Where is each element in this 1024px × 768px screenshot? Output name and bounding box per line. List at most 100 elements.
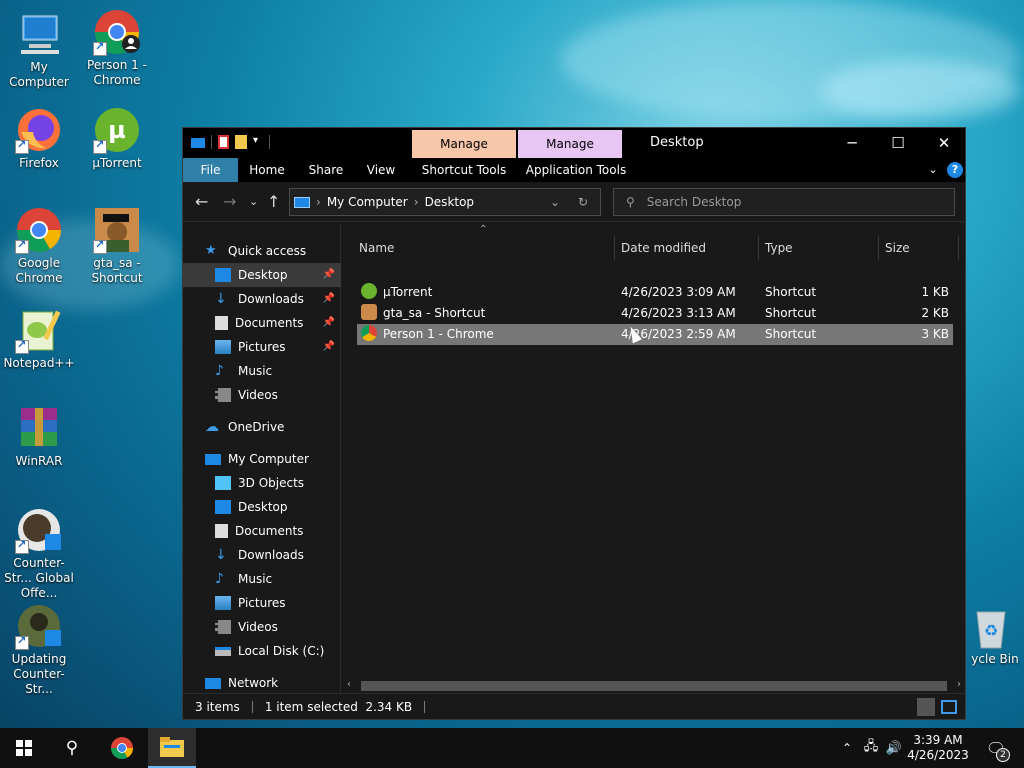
star-icon: ★ bbox=[205, 243, 217, 258]
tab-file[interactable]: File bbox=[183, 158, 238, 182]
tab-view[interactable]: View bbox=[361, 158, 401, 182]
desktop-icon-my-computer[interactable]: My Computer bbox=[0, 10, 78, 90]
documents-icon bbox=[215, 316, 228, 330]
forward-arrow-icon[interactable]: → bbox=[223, 192, 236, 211]
column-header-size[interactable]: Size bbox=[879, 236, 959, 260]
horizontal-scrollbar[interactable]: ‹ › bbox=[343, 678, 965, 694]
large-icons-view-icon[interactable] bbox=[941, 699, 957, 714]
network-tray-icon[interactable]: 🖧 bbox=[860, 728, 882, 768]
sidebar-item-label: Pictures bbox=[238, 340, 286, 354]
new-folder-icon[interactable] bbox=[235, 135, 247, 149]
pin-icon[interactable]: 📌 bbox=[323, 287, 335, 311]
file-type: Shortcut bbox=[765, 327, 817, 341]
sidebar-item-documents-pc[interactable]: Documents bbox=[183, 519, 341, 543]
shortcut-arrow-icon bbox=[93, 40, 107, 56]
sidebar-item-desktop-pc[interactable]: Desktop bbox=[183, 495, 341, 519]
file-row[interactable]: Person 1 - Chrome 4/26/2023 2:59 AM Shor… bbox=[357, 324, 953, 345]
sidebar-item-music[interactable]: ♪ Music bbox=[183, 359, 341, 383]
sidebar-item-local-disk[interactable]: Local Disk (C:) bbox=[183, 639, 341, 663]
sidebar-item-quick-access[interactable]: ★ Quick access bbox=[183, 239, 341, 263]
properties-icon[interactable] bbox=[218, 135, 229, 149]
search-button[interactable]: ⚲ bbox=[48, 728, 96, 768]
taskbar: ⚲ ⌃ 🖧 🔊 3:39 AM 4/26/2023 🗨 2 bbox=[0, 728, 1024, 768]
tab-home[interactable]: Home bbox=[245, 158, 289, 182]
sidebar-item-downloads-pc[interactable]: ↓ Downloads bbox=[183, 543, 341, 567]
desktop-icon-firefox[interactable]: Firefox bbox=[0, 106, 78, 171]
taskbar-file-explorer[interactable] bbox=[148, 728, 196, 768]
expand-ribbon-chevron-icon[interactable]: ⌄ bbox=[925, 158, 941, 182]
search-input[interactable]: ⚲ Search Desktop bbox=[613, 188, 955, 216]
minimize-button[interactable]: ─ bbox=[829, 128, 875, 158]
address-bar[interactable]: › My Computer › Desktop ⌄ ↻ bbox=[289, 188, 601, 216]
help-icon[interactable]: ? bbox=[947, 162, 963, 178]
sort-arrow-icon: ⌃ bbox=[479, 224, 488, 235]
taskbar-chrome[interactable] bbox=[98, 728, 146, 768]
sidebar-item-videos[interactable]: Videos bbox=[183, 383, 341, 407]
context-tab-manage-shortcut[interactable]: Manage bbox=[412, 130, 516, 158]
desktop-icon-label: gta_sa - Shortcut bbox=[91, 256, 143, 285]
address-dropdown-icon[interactable]: ⌄ bbox=[550, 195, 560, 209]
tab-application-tools[interactable]: Application Tools bbox=[518, 158, 634, 182]
scroll-left-icon[interactable]: ‹ bbox=[347, 679, 351, 690]
desktop-icon-winrar[interactable]: WinRAR bbox=[0, 404, 78, 469]
clock[interactable]: 3:39 AM 4/26/2023 bbox=[906, 728, 970, 768]
desktop-icon-gta-sa[interactable]: gta_sa - Shortcut bbox=[78, 206, 156, 286]
start-button[interactable] bbox=[0, 728, 48, 768]
column-header-name[interactable]: Name bbox=[353, 236, 615, 260]
sidebar-item-my-computer[interactable]: My Computer bbox=[183, 447, 341, 471]
sidebar-item-documents[interactable]: Documents 📌 bbox=[183, 311, 341, 335]
action-center-button[interactable]: 🗨 2 bbox=[976, 728, 1016, 768]
download-icon: ↓ bbox=[215, 547, 227, 563]
context-tab-manage-application[interactable]: Manage bbox=[518, 130, 622, 158]
desktop-icon-google-chrome[interactable]: Google Chrome bbox=[0, 206, 78, 286]
music-icon: ♪ bbox=[215, 571, 224, 587]
videos-icon bbox=[215, 620, 231, 634]
sidebar-item-videos-pc[interactable]: Videos bbox=[183, 615, 341, 639]
recent-chevron-icon[interactable]: ⌄ bbox=[249, 195, 258, 208]
maximize-button[interactable]: ☐ bbox=[875, 128, 921, 158]
show-hidden-icons-chevron-icon[interactable]: ⌃ bbox=[838, 728, 856, 768]
pin-icon[interactable]: 📌 bbox=[323, 335, 335, 359]
sidebar-item-pictures[interactable]: Pictures 📌 bbox=[183, 335, 341, 359]
back-arrow-icon[interactable]: ← bbox=[195, 192, 208, 211]
sidebar-item-desktop[interactable]: Desktop 📌 bbox=[183, 263, 341, 287]
file-row[interactable]: gta_sa - Shortcut 4/26/2023 3:13 AM Shor… bbox=[357, 303, 953, 324]
desktop-icon-person1-chrome[interactable]: Person 1 - Chrome bbox=[78, 8, 156, 88]
gta-icon bbox=[361, 304, 377, 320]
tab-shortcut-tools[interactable]: Shortcut Tools bbox=[412, 158, 516, 182]
column-header-date[interactable]: Date modified bbox=[615, 236, 759, 260]
desktop-icon-csgo[interactable]: Counter-Str... Global Offe... bbox=[0, 506, 78, 601]
column-header-type[interactable]: Type bbox=[759, 236, 879, 260]
scrollbar-thumb[interactable] bbox=[361, 681, 947, 691]
sidebar-item-3d-objects[interactable]: 3D Objects bbox=[183, 471, 341, 495]
volume-tray-icon[interactable]: 🔊 bbox=[884, 728, 904, 768]
shortcut-arrow-icon bbox=[15, 338, 29, 354]
file-row[interactable]: µTorrent 4/26/2023 3:09 AM Shortcut 1 KB bbox=[357, 282, 953, 303]
pin-icon[interactable]: 📌 bbox=[323, 263, 335, 287]
details-view-icon[interactable] bbox=[917, 697, 935, 716]
sidebar-item-network[interactable]: Network bbox=[183, 671, 341, 695]
scroll-right-icon[interactable]: › bbox=[957, 679, 961, 690]
search-placeholder: Search Desktop bbox=[646, 195, 742, 209]
desktop-icon-updating-cs[interactable]: Updating Counter-Str... bbox=[0, 602, 78, 697]
close-button[interactable]: ✕ bbox=[921, 128, 967, 158]
breadcrumb-my-computer[interactable]: My Computer bbox=[327, 195, 408, 209]
sidebar-item-onedrive[interactable]: ☁ OneDrive bbox=[183, 415, 341, 439]
desktop-icon-utorrent[interactable]: µ µTorrent bbox=[78, 106, 156, 171]
sidebar-item-downloads[interactable]: ↓ Downloads 📌 bbox=[183, 287, 341, 311]
sidebar-item-pictures-pc[interactable]: Pictures bbox=[183, 591, 341, 615]
refresh-icon[interactable]: ↻ bbox=[578, 195, 588, 209]
sidebar-item-music-pc[interactable]: ♪ Music bbox=[183, 567, 341, 591]
pin-icon[interactable]: 📌 bbox=[323, 311, 335, 335]
separator-icon bbox=[211, 135, 212, 149]
desktop-icon-label: Person 1 - Chrome bbox=[87, 58, 147, 87]
desktop-icon-label: My Computer bbox=[9, 60, 69, 89]
customize-chevron-icon[interactable]: ▾ bbox=[253, 135, 263, 149]
desktop-icon-notepadpp[interactable]: Notepad++ bbox=[0, 306, 78, 371]
notepad-icon bbox=[15, 306, 63, 354]
chrome-icon bbox=[111, 737, 133, 759]
pictures-icon bbox=[215, 340, 231, 354]
breadcrumb-desktop[interactable]: Desktop bbox=[425, 195, 475, 209]
up-arrow-icon[interactable]: ↑ bbox=[267, 192, 280, 211]
tab-share[interactable]: Share bbox=[303, 158, 349, 182]
